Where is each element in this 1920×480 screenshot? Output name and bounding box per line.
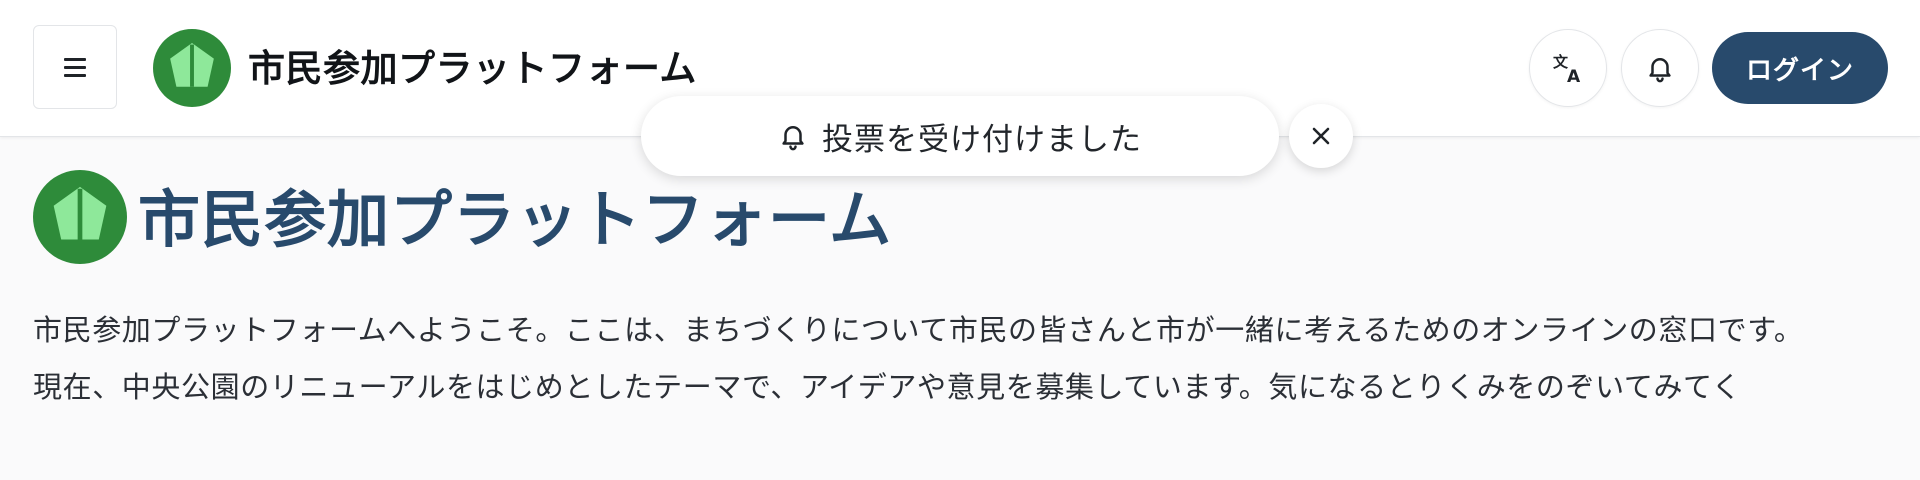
hamburger-menu-icon — [64, 58, 86, 77]
notifications-button[interactable] — [1621, 29, 1699, 107]
bell-icon — [782, 126, 804, 151]
brand-title[interactable]: 市民参加プラットフォーム — [248, 44, 697, 94]
notification-toast: 投票を受け付けました — [641, 96, 1279, 176]
page-title: 市民参加プラットフォーム — [138, 183, 893, 256]
intro-paragraph: 現在、中央公園のリニューアルをはじめとしたテーマで、アイデアや意見を募集していま… — [33, 370, 1742, 404]
toast-close-button[interactable] — [1289, 104, 1353, 168]
logo-icon — [33, 170, 127, 264]
toast-message: 投票を受け付けました — [822, 121, 1142, 158]
bell-icon — [1649, 58, 1671, 83]
translate-icon: 文 A — [1553, 53, 1581, 85]
menu-button[interactable] — [33, 25, 117, 109]
login-button[interactable]: ログイン — [1712, 32, 1888, 104]
translate-button[interactable]: 文 A — [1529, 29, 1607, 107]
close-icon — [1312, 127, 1330, 145]
logo-icon — [153, 29, 231, 107]
intro-paragraph: 市民参加プラットフォームへようこそ。ここは、まちづくりについて市民の皆さんと市が… — [33, 313, 1804, 347]
svg-text:A: A — [1567, 67, 1581, 85]
intro-text: 市民参加プラットフォームへようこそ。ここは、まちづくりについて市民の皆さんと市が… — [33, 302, 1893, 416]
